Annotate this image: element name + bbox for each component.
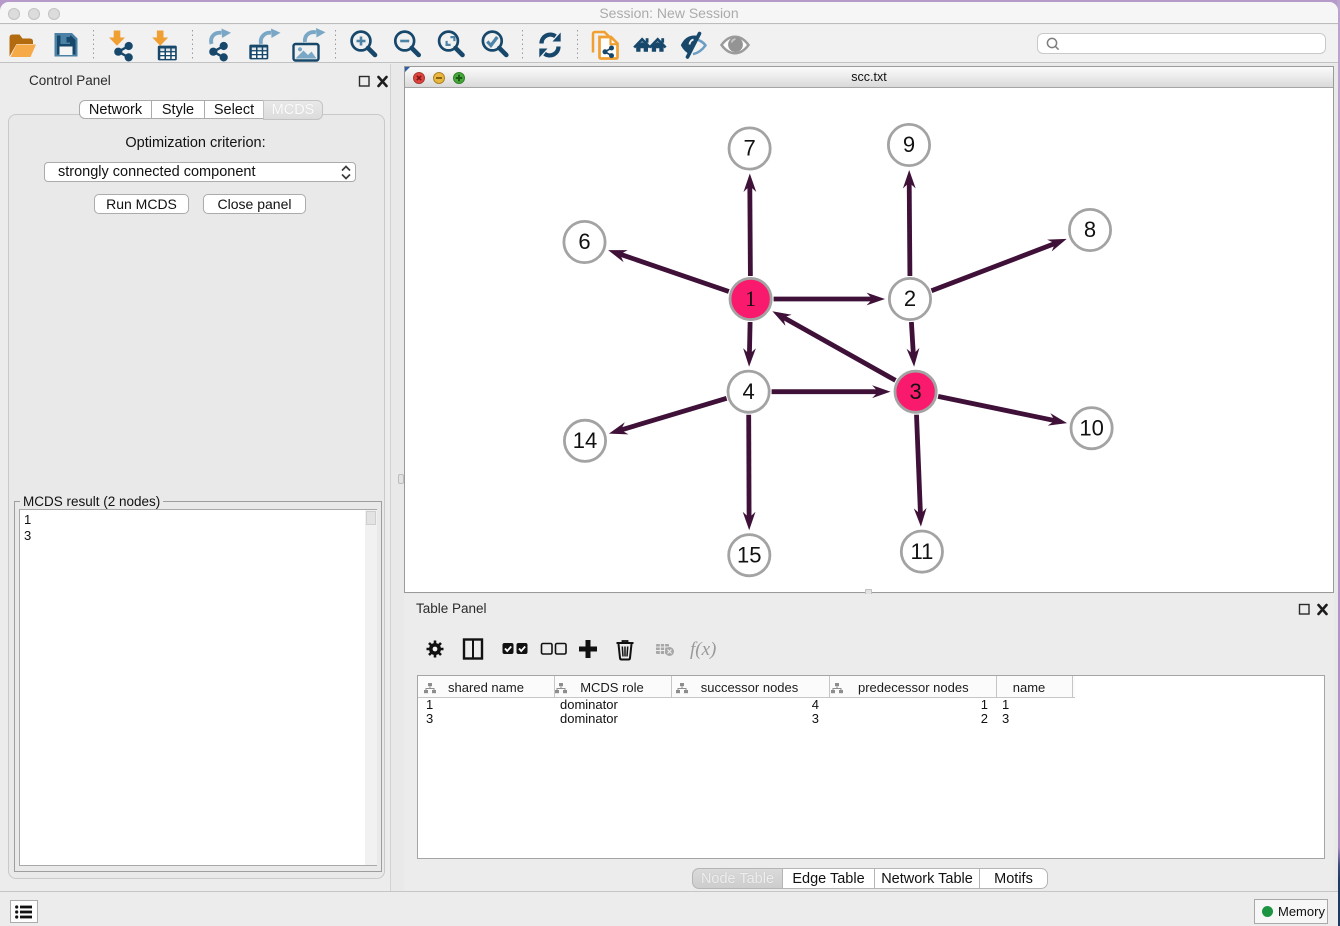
svg-text:f(x): f(x) (690, 639, 716, 660)
svg-text:2: 2 (904, 286, 916, 311)
svg-text:14: 14 (573, 428, 597, 453)
svg-text:8: 8 (1084, 217, 1096, 242)
svg-text:4: 4 (742, 379, 754, 404)
svg-text:9: 9 (903, 132, 915, 157)
svg-text:6: 6 (578, 229, 590, 254)
svg-text:11: 11 (910, 539, 933, 564)
svg-text:7: 7 (743, 136, 755, 161)
svg-text:3: 3 (909, 379, 921, 404)
svg-text:15: 15 (737, 542, 761, 567)
svg-text:10: 10 (1079, 415, 1103, 440)
svg-text:1: 1 (745, 286, 756, 311)
